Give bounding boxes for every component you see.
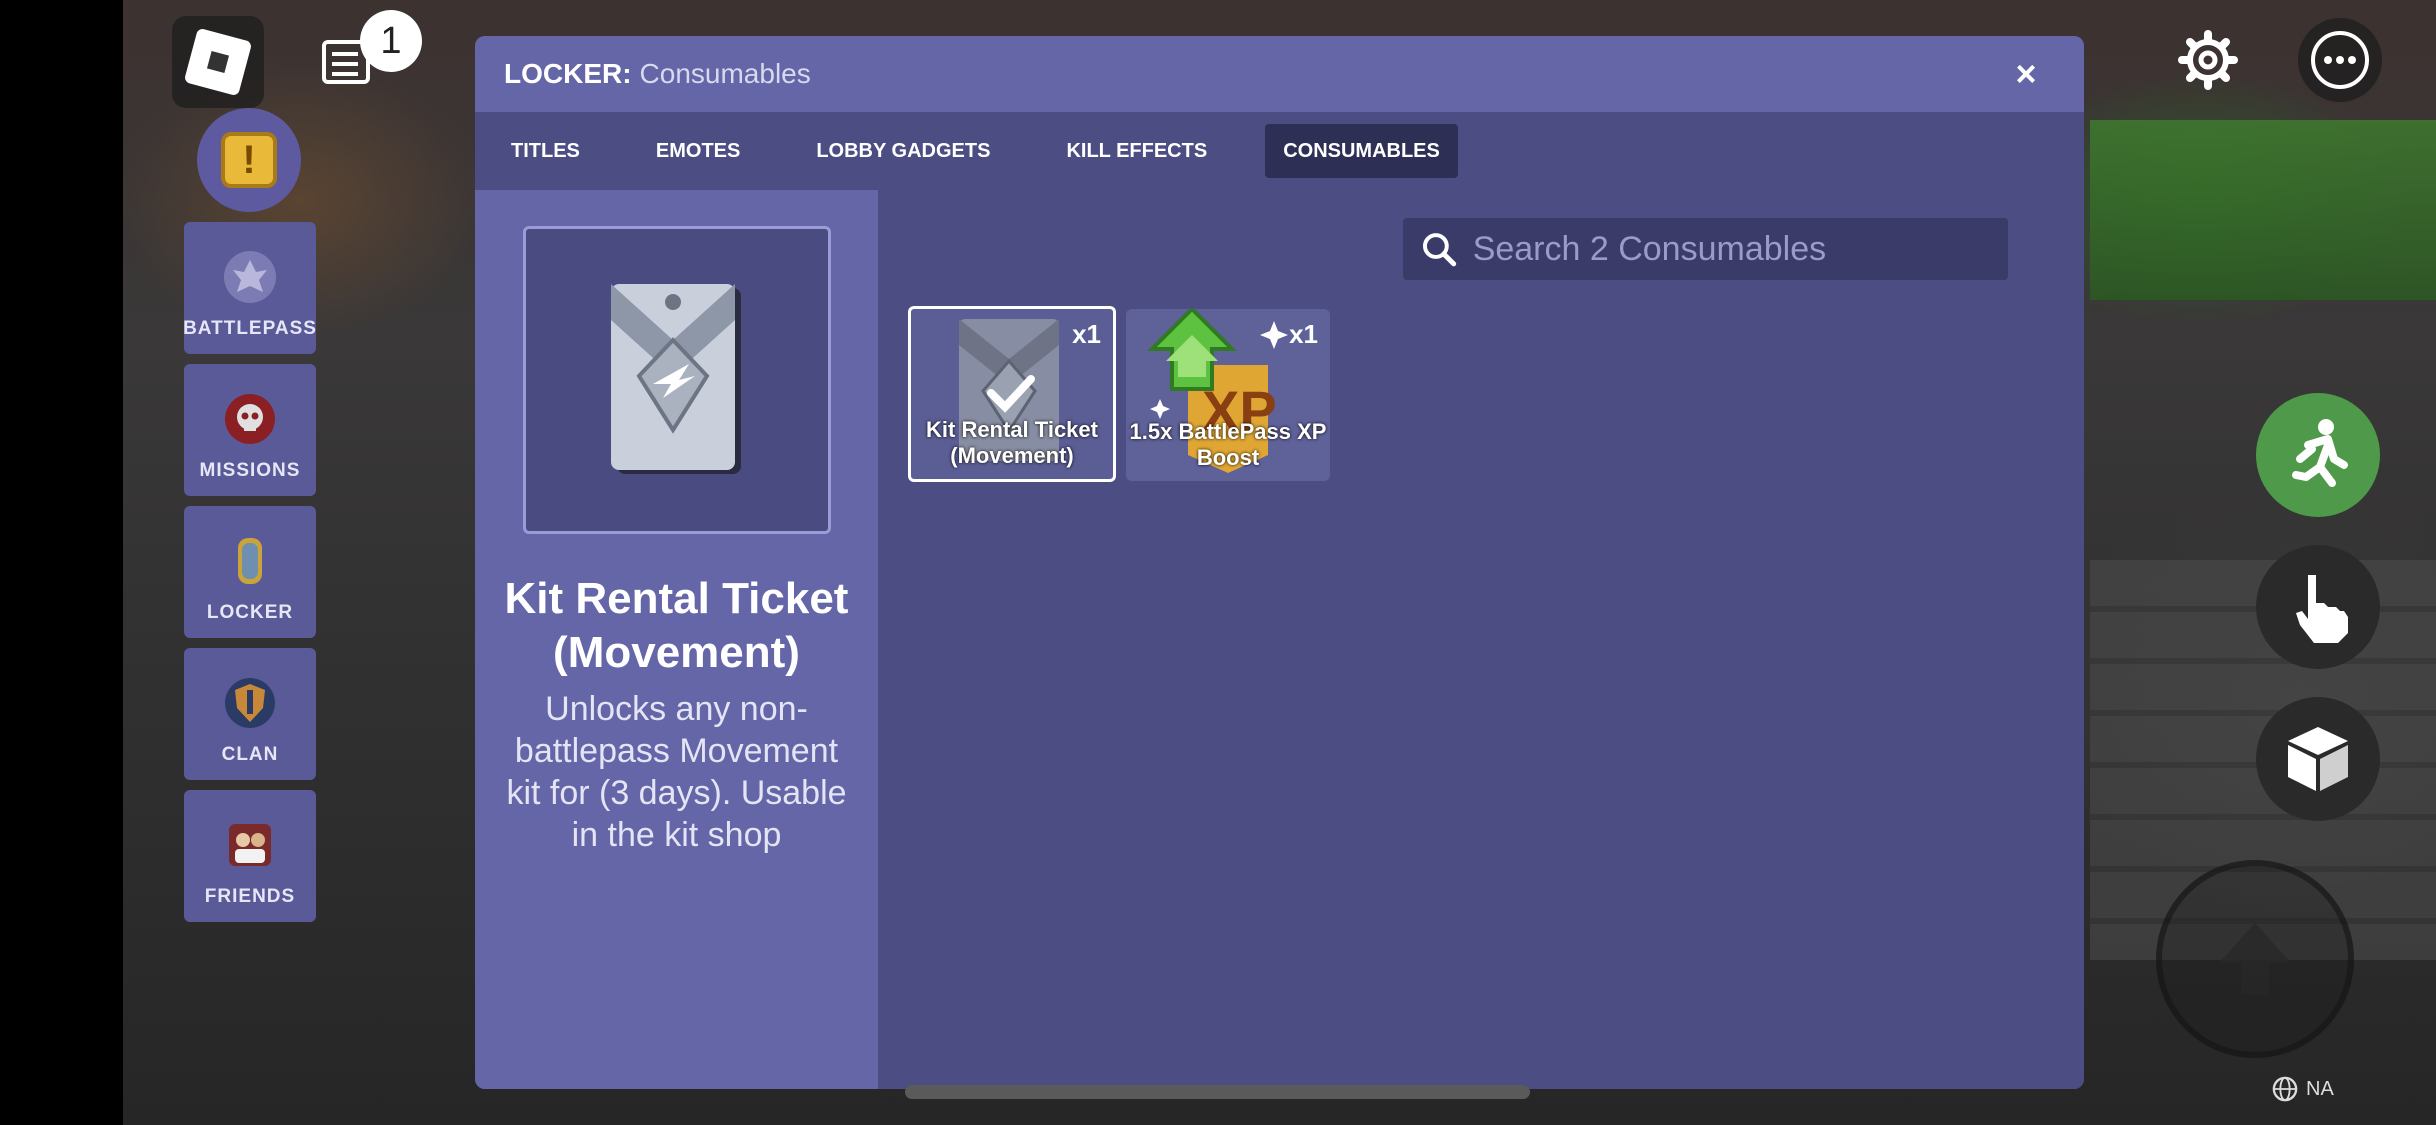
friends-icon (229, 824, 271, 866)
locker-icon (238, 538, 262, 584)
roblox-logo-icon (183, 27, 253, 97)
locker-panel: LOCKER: Consumables × TITLES EMOTES LOBB… (475, 36, 2084, 1089)
sidebar-item-friends[interactable]: FRIENDS (184, 790, 316, 922)
sidebar-item-label: FRIENDS (204, 886, 296, 907)
cube-icon (2288, 727, 2348, 791)
locker-section-title: Consumables (639, 58, 811, 89)
running-person-icon (2292, 419, 2348, 487)
settings-button[interactable] (2166, 18, 2250, 102)
sidebar-item-clan[interactable]: CLAN (184, 648, 316, 780)
item-card-kit-rental-ticket[interactable]: x1 Kit Rental Ticket (Movement) (908, 306, 1116, 482)
battlepass-crest-icon (224, 251, 276, 303)
tab-lobby-gadgets[interactable]: LOBBY GADGETS (798, 124, 1008, 178)
more-options-button[interactable] (2298, 18, 2382, 102)
pointing-hand-icon (2296, 575, 2348, 643)
interact-button[interactable] (2256, 545, 2380, 669)
item-preview (523, 226, 831, 534)
roblox-menu-button[interactable] (172, 16, 264, 108)
grass-scenery (2090, 120, 2436, 300)
arrow-up-icon (2219, 923, 2291, 995)
tab-kill-effects[interactable]: KILL EFFECTS (1048, 124, 1225, 178)
notification-badge: 1 (360, 10, 422, 72)
region-indicator: NA (2272, 1076, 2334, 1102)
item-count: x1 (1072, 319, 1101, 349)
tab-consumables[interactable]: CONSUMABLES (1265, 124, 1458, 178)
search-box[interactable] (1403, 218, 2008, 280)
sidebar-item-label: CLAN (221, 744, 279, 765)
locker-title: LOCKER: (504, 58, 632, 89)
sidebar-item-label: MISSIONS (199, 460, 301, 481)
sidebar-item-locker[interactable]: LOCKER (184, 506, 316, 638)
alert-button[interactable]: ! (197, 108, 301, 212)
locker-header: LOCKER: Consumables (475, 36, 2084, 112)
ellipsis-icon (2311, 31, 2369, 89)
screen-letterbox (0, 0, 123, 1125)
sidebar-item-label: LOCKER (206, 602, 294, 623)
item-detail-description: Unlocks any non-battlepass Movement kit … (506, 690, 847, 854)
item-name: Kit Rental Ticket (Movement) (926, 417, 1098, 468)
locker-tabs: TITLES EMOTES LOBBY GADGETS KILL EFFECTS… (475, 112, 2084, 190)
kit-ticket-icon (611, 284, 741, 474)
build-block-button[interactable] (2256, 697, 2380, 821)
skull-icon (225, 394, 275, 444)
item-count: x1 (1289, 319, 1318, 349)
sidebar-item-missions[interactable]: MISSIONS (184, 364, 316, 496)
close-button[interactable]: × (2008, 56, 2044, 92)
search-input[interactable] (1472, 229, 2008, 269)
exclamation-icon: ! (221, 132, 277, 188)
sidebar-item-label: BATTLEPASS (183, 318, 317, 339)
sprint-button[interactable] (2256, 393, 2380, 517)
items-grid: x1 Kit Rental Ticket (Movement) XP x1 1.… (878, 190, 2084, 1089)
gear-icon (2178, 30, 2238, 90)
search-icon (1422, 233, 1457, 267)
item-card-xp-boost[interactable]: XP x1 1.5x BattlePass XP Boost (1126, 309, 1330, 481)
clan-shield-icon (225, 678, 275, 728)
jump-button[interactable] (2156, 860, 2354, 1058)
item-detail-title: Kit Rental Ticket (Movement) (504, 574, 849, 677)
item-detail-pane: Kit Rental Ticket (Movement) Unlocks any… (475, 190, 878, 1089)
horizontal-scrollbar[interactable] (905, 1085, 1530, 1099)
tab-titles[interactable]: TITLES (493, 124, 598, 178)
region-label: NA (2306, 1077, 2334, 1100)
item-name: 1.5x BattlePass XP Boost (1129, 419, 1327, 470)
globe-icon (2272, 1076, 2298, 1102)
sidebar-item-battlepass[interactable]: BATTLEPASS (183, 222, 317, 354)
tab-emotes[interactable]: EMOTES (638, 124, 758, 178)
